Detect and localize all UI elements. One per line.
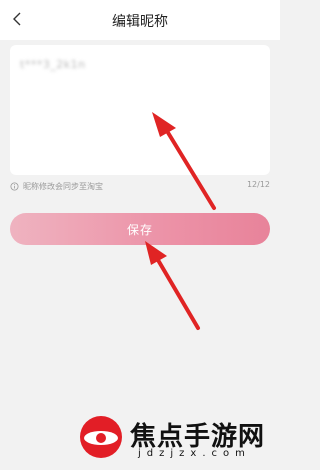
logo-mark-icon (80, 416, 122, 458)
info-circle-icon (10, 181, 19, 191)
watermark-logo: 焦点手游网 jdzjzx.com (78, 414, 278, 466)
sync-hint: 昵称修改会同步至淘宝 (10, 179, 103, 193)
watermark-domain: jdzjzx.com (138, 448, 251, 459)
top-nav-bar: 编辑昵称 (0, 0, 280, 40)
nickname-value: t***3_2k1n (20, 58, 86, 71)
page-title: 编辑昵称 (112, 14, 168, 30)
sync-hint-text: 昵称修改会同步至淘宝 (23, 181, 103, 191)
arrow-to-save-button (145, 241, 200, 330)
char-counter: 12/12 (246, 180, 270, 189)
nickname-input[interactable]: t***3_2k1n (10, 45, 270, 175)
save-button[interactable]: 保存 (10, 213, 270, 245)
